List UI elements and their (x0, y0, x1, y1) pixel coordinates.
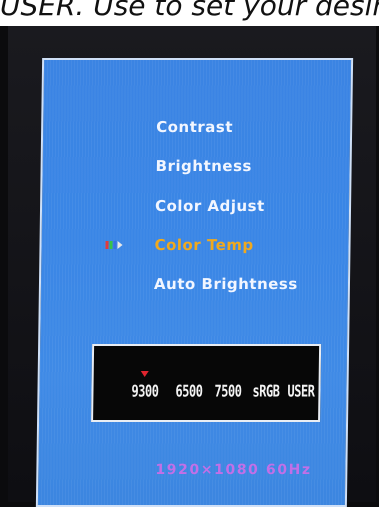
osd-menu-panel: Contrast Brightness Color Adjust Color T… (35, 58, 354, 507)
menu-item-contrast[interactable]: Contrast (156, 118, 233, 136)
resolution-status: 1920×1080 60Hz (155, 462, 312, 478)
active-item-arrow-icon (105, 241, 127, 249)
menu-item-color-temp[interactable]: Color Temp (154, 236, 253, 254)
color-temp-submenu: 9300 6500 7500 sRGB USER (91, 344, 322, 422)
monitor-bezel: Contrast Brightness Color Adjust Color T… (8, 26, 376, 507)
color-temp-option-9300[interactable]: 9300 (131, 382, 158, 401)
page-caption: USER. Use to set your desir (0, 0, 379, 26)
menu-item-color-adjust[interactable]: Color Adjust (155, 197, 265, 215)
menu-item-auto-brightness[interactable]: Auto Brightness (154, 275, 298, 293)
color-temp-option-7500[interactable]: 7500 (214, 382, 241, 401)
red-triangle-marker-icon (140, 371, 149, 377)
color-temp-option-6500[interactable]: 6500 (175, 382, 202, 401)
color-temp-option-srgb[interactable]: sRGB (252, 382, 279, 401)
menu-item-brightness[interactable]: Brightness (156, 157, 253, 175)
color-temp-option-user[interactable]: USER (287, 382, 314, 401)
